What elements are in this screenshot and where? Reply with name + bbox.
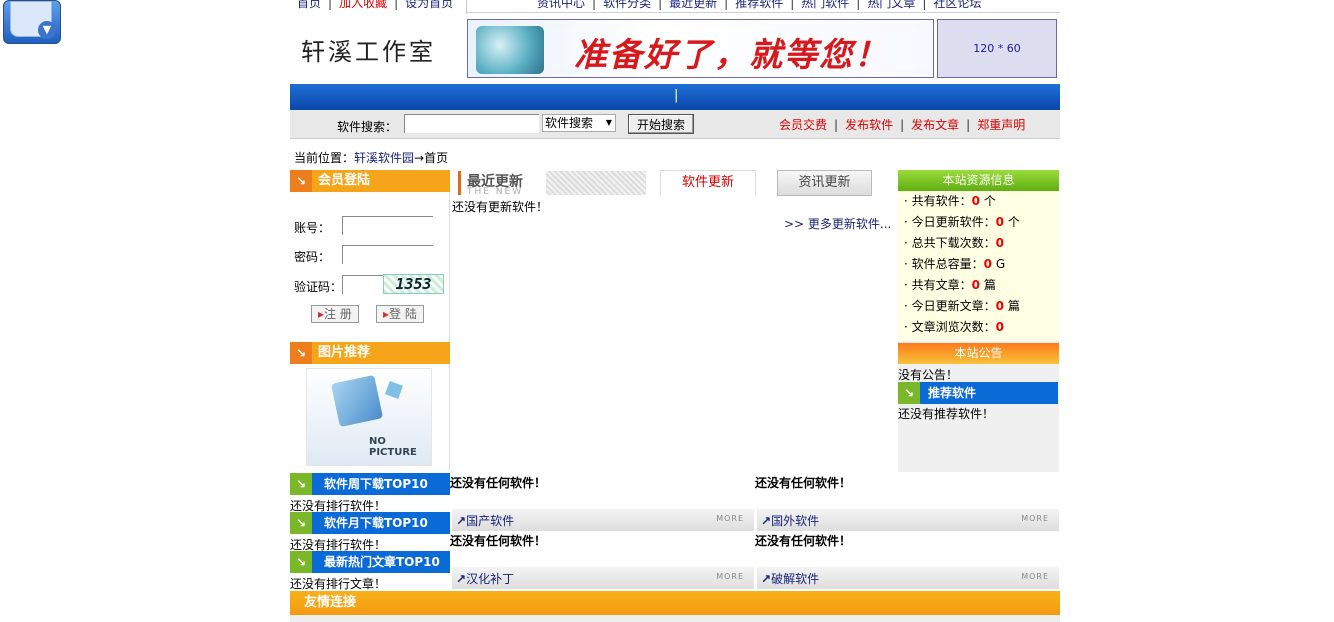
category-crack-bar: ↗破解软件 MORE xyxy=(757,567,1059,589)
account-input[interactable] xyxy=(342,216,433,235)
recent-subtitle: THE NEW xyxy=(467,187,524,197)
password-label: 密码： xyxy=(294,250,331,264)
notice-empty: 没有公告！ xyxy=(898,368,959,382)
chevron-down-icon: ▼ xyxy=(605,118,612,127)
category-empty: 还没有任何软件！ xyxy=(450,476,547,490)
tab-software-updates[interactable]: 软件更新 xyxy=(660,170,756,196)
site-title: 轩溪工作室 xyxy=(301,38,436,66)
banner-slogan: 准备好了，就等您！ xyxy=(574,35,889,74)
category-empty: 还没有任何软件！ xyxy=(755,534,852,548)
search-type-value: 软件搜索 xyxy=(545,116,594,130)
month-top-header: ↘ 软件月下载TOP10 xyxy=(290,512,450,534)
add-favorite-link[interactable]: 加入收藏 xyxy=(339,0,387,10)
stat-row: · 共有文章：0 篇 xyxy=(904,278,996,292)
category-chinese-patch-bar: ↗汉化补丁 MORE xyxy=(452,567,754,589)
category-foreign[interactable]: ↗国外软件 xyxy=(761,512,819,529)
nav-categories[interactable]: 软件分类 xyxy=(603,0,651,10)
more-link[interactable]: MORE xyxy=(1021,572,1049,581)
nav-recommend[interactable]: 推荐软件 xyxy=(735,0,783,10)
arrow-icon: ↘ xyxy=(290,170,312,192)
home-link[interactable]: 首页 xyxy=(297,0,321,10)
more-link[interactable]: MORE xyxy=(1021,514,1049,523)
register-button[interactable]: ▸注 册 xyxy=(311,305,359,323)
nav-news[interactable]: 资讯中心 xyxy=(537,0,585,10)
login-button[interactable]: ▸登 陆 xyxy=(376,305,424,323)
stat-row: · 今日更新软件：0 个 xyxy=(904,215,1020,229)
recommend-empty: 还没有推荐软件！ xyxy=(898,407,995,421)
arrow-icon: ↘ xyxy=(290,551,312,573)
no-picture-image[interactable]: NO PICTURE xyxy=(306,368,432,466)
blue-nav-bar: | xyxy=(290,84,1060,110)
category-chinese-patch[interactable]: ↗汉化补丁 xyxy=(456,570,514,587)
download-arrow-icon: ▼ xyxy=(38,21,56,39)
tab-news-updates[interactable]: 资讯更新 xyxy=(777,170,872,196)
notice-header: 本站公告 xyxy=(898,343,1059,364)
search-bar: 软件搜索： 软件搜索 ▼ 开始搜索 会员交费 | 发布软件 | 发布文章 | 郑重声明 xyxy=(290,110,1060,139)
friend-links-header: 友情连接 xyxy=(290,591,1060,615)
imac-image xyxy=(476,26,544,74)
stat-row: · 今日更新文章：0 篇 xyxy=(904,299,1020,313)
article-top-header: ↘ 最新热门文章TOP10 xyxy=(290,551,450,573)
captcha-label: 验证码： xyxy=(294,280,343,294)
search-type-select[interactable]: 软件搜索 ▼ xyxy=(542,114,616,132)
password-input[interactable] xyxy=(342,245,433,264)
breadcrumb-home-link[interactable]: 轩溪软件园 xyxy=(354,151,414,165)
stats-header: 本站资源信息 xyxy=(898,170,1059,191)
category-domestic[interactable]: ↗国产软件 xyxy=(456,512,514,529)
recent-marker xyxy=(458,171,461,195)
captcha-image: 1353 xyxy=(383,274,444,294)
stat-row: · 总共下载次数：0 xyxy=(904,236,1005,250)
captcha-input[interactable] xyxy=(342,275,383,294)
stat-row: · 共有软件：0 个 xyxy=(904,194,996,208)
arrow-icon: ↘ xyxy=(898,382,920,404)
breadcrumb: 当前位置：轩溪软件园→首页 xyxy=(294,151,449,165)
category-domestic-bar: ↗国产软件 MORE xyxy=(452,509,754,531)
banner-ad[interactable]: 准备好了，就等您！ xyxy=(467,19,934,78)
search-label: 软件搜索： xyxy=(337,120,398,134)
more-link[interactable]: MORE xyxy=(716,514,744,523)
friend-links-body xyxy=(290,615,1060,622)
ad-placeholder[interactable]: 120 * 60 xyxy=(937,19,1057,78)
nav-forum[interactable]: 社区论坛 xyxy=(933,0,981,10)
nav-hot-articles[interactable]: 热门文章 xyxy=(867,0,915,10)
recent-empty: 还没有更新软件！ xyxy=(452,200,549,214)
recommend-header: ↘ 推荐软件 xyxy=(898,382,1058,404)
category-foreign-bar: ↗国外软件 MORE xyxy=(757,509,1059,531)
login-header: ↘ 会员登陆 xyxy=(290,170,450,192)
publish-article-link[interactable]: 发布文章 xyxy=(911,118,959,132)
stat-row: · 文章浏览次数：0 xyxy=(904,320,1005,334)
arrow-icon: ↘ xyxy=(290,342,312,364)
arrow-icon: ↘ xyxy=(290,473,312,495)
arrow-up-right-icon: ↗ xyxy=(456,514,467,528)
search-input[interactable] xyxy=(404,114,539,133)
stat-row: · 软件总容量：0 G xyxy=(904,257,1006,271)
stats-box: · 共有软件：0 个 · 今日更新软件：0 个 · 总共下载次数：0 · 软件总… xyxy=(898,191,1059,341)
network-icon[interactable]: ▼ xyxy=(3,0,61,44)
week-top-header: ↘ 软件周下载TOP10 xyxy=(290,473,450,495)
decor-stripes xyxy=(546,171,646,195)
category-empty: 还没有任何软件！ xyxy=(755,476,852,490)
picture-header: ↘ 图片推荐 xyxy=(290,342,450,364)
member-links: 会员交费 | 发布软件 | 发布文章 | 郑重声明 xyxy=(779,118,1026,132)
member-fee-link[interactable]: 会员交费 xyxy=(779,118,827,132)
main-nav: 资讯中心 | 软件分类 | 最近更新 | 推荐软件 | 热门软件 | 热门文章 | 社区论坛 xyxy=(537,0,981,11)
category-crack[interactable]: ↗破解软件 xyxy=(761,570,819,587)
publish-software-link[interactable]: 发布软件 xyxy=(845,118,893,132)
category-empty: 还没有任何软件！ xyxy=(450,534,547,548)
more-link[interactable]: MORE xyxy=(716,572,744,581)
article-top-empty: 还没有排行文章！ xyxy=(290,577,387,591)
disclaimer-link[interactable]: 郑重声明 xyxy=(977,118,1025,132)
account-label: 账号： xyxy=(294,221,331,235)
nav-hot-software[interactable]: 热门软件 xyxy=(801,0,849,10)
arrow-icon: ↘ xyxy=(290,512,312,534)
box-icon xyxy=(330,374,384,428)
arrow-up-right-icon: ↗ xyxy=(761,514,772,528)
nav-recent[interactable]: 最近更新 xyxy=(669,0,717,10)
arrow-up-right-icon: ↗ xyxy=(456,572,467,586)
arrow-up-right-icon: ↗ xyxy=(761,572,772,586)
search-button[interactable]: 开始搜索 xyxy=(628,114,695,134)
quick-links: 首页 | 加入收藏 | 设为首页 xyxy=(297,0,453,11)
more-updates-link[interactable]: >> 更多更新软件... xyxy=(784,215,891,232)
set-homepage-link[interactable]: 设为首页 xyxy=(405,0,453,10)
